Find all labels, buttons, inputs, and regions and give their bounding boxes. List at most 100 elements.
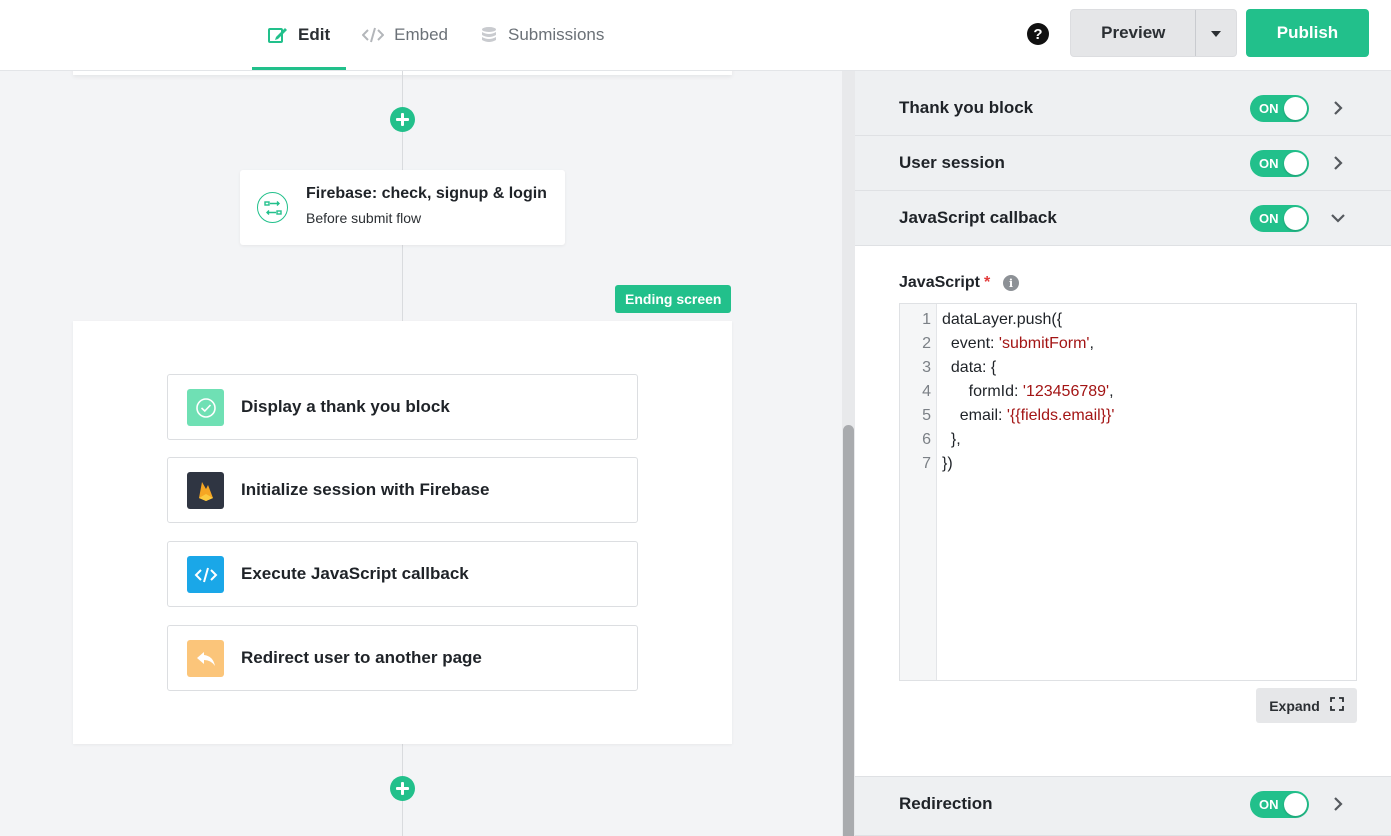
line-number: 5: [922, 407, 931, 424]
expand-button[interactable]: Expand: [1256, 688, 1357, 723]
top-bar: Edit Embed Submissions ? Preview Publish: [0, 0, 1391, 71]
code-line: data: {: [942, 359, 996, 377]
code-text: event:: [942, 335, 999, 352]
help-icon[interactable]: ?: [1027, 23, 1049, 45]
action-label: Execute JavaScript callback: [241, 564, 469, 583]
section-label: Thank you block: [899, 98, 1034, 117]
redirection-toggle[interactable]: ON: [1250, 791, 1309, 818]
panel-divider: [855, 71, 1391, 81]
action-redirect[interactable]: Redirect user to another page: [167, 625, 638, 691]
user-session-toggle[interactable]: ON: [1250, 150, 1309, 177]
chevron-right-icon[interactable]: [1330, 796, 1346, 812]
toggle-knob: [1284, 97, 1307, 120]
settings-panel: Thank you block ON User session ON JavaS…: [855, 71, 1391, 836]
check-circle-icon: [187, 389, 224, 426]
ending-screen-badge: Ending screen: [615, 285, 732, 313]
toggle-label: ON: [1259, 101, 1279, 116]
edit-icon: [268, 26, 288, 44]
toggle-label: ON: [1259, 211, 1279, 226]
javascript-field-label: JavaScript *: [899, 274, 990, 292]
ending-screen-card[interactable]: Display a thank you block Initialize ses…: [73, 321, 732, 744]
preview-dropdown-button[interactable]: [1196, 10, 1236, 56]
toggle-label: ON: [1259, 156, 1279, 171]
code-text: }): [942, 455, 953, 472]
line-number-gutter: 1 2 3 4 5 6 7: [900, 304, 937, 680]
action-label: Initialize session with Firebase: [241, 480, 490, 499]
javascript-callback-toggle[interactable]: ON: [1250, 205, 1309, 232]
code-text: dataLayer.push({: [942, 311, 1063, 328]
code-icon: [362, 27, 385, 43]
code-text: email:: [942, 407, 1007, 424]
firebase-icon: [187, 472, 224, 509]
thank-you-block-toggle[interactable]: ON: [1250, 95, 1309, 122]
line-number: 3: [922, 359, 931, 376]
expand-label: Expand: [1269, 697, 1320, 714]
reply-arrow-icon: [187, 640, 224, 677]
toggle-label: ON: [1259, 797, 1279, 812]
line-number: 4: [922, 383, 931, 400]
action-javascript-callback[interactable]: Execute JavaScript callback: [167, 541, 638, 607]
preview-button[interactable]: Preview: [1071, 10, 1197, 56]
toggle-knob: [1284, 207, 1307, 230]
tab-submissions[interactable]: Submissions: [464, 0, 620, 70]
fullscreen-icon: [1329, 697, 1344, 714]
action-thank-you-block[interactable]: Display a thank you block: [167, 374, 638, 440]
code-editor[interactable]: 1 2 3 4 5 6 7 dataLayer.push({ event: 'submitF…: [899, 303, 1357, 681]
tab-submissions-label: Submissions: [507, 25, 605, 44]
flow-icon: [257, 192, 288, 223]
code-line: },: [942, 431, 961, 449]
editor-tabs: Edit Embed Submissions: [252, 0, 620, 70]
code-string: 'submitForm': [998, 335, 1090, 352]
code-text: formId:: [942, 383, 1023, 400]
code-line: event: 'submitForm',: [942, 335, 1094, 353]
info-icon[interactable]: i: [1003, 275, 1019, 291]
code-text: ,: [1109, 383, 1114, 400]
preview-button-group: Preview: [1070, 9, 1237, 57]
toggle-knob: [1284, 793, 1307, 816]
chevron-right-icon[interactable]: [1330, 100, 1346, 116]
tab-embed[interactable]: Embed: [346, 0, 464, 70]
section-label: User session: [899, 153, 1005, 172]
code-string: '{{fields.email}}': [1006, 407, 1115, 424]
code-string: '123456789': [1022, 383, 1110, 400]
flow-canvas[interactable]: Firebase: check, signup & login Before s…: [0, 71, 842, 836]
section-redirection[interactable]: Redirection ON: [855, 776, 1391, 836]
code-line: }): [942, 455, 953, 473]
action-firebase-session[interactable]: Initialize session with Firebase: [167, 457, 638, 523]
database-icon: [480, 26, 498, 44]
line-number: 1: [922, 311, 931, 328]
tab-embed-label: Embed: [394, 25, 448, 44]
action-label: Redirect user to another page: [241, 648, 482, 667]
tab-edit-label: Edit: [298, 25, 331, 44]
line-number: 2: [922, 335, 931, 352]
section-label: JavaScript callback: [899, 208, 1057, 227]
publish-button[interactable]: Publish: [1246, 9, 1369, 57]
code-icon: [187, 556, 224, 593]
flow-card-subtitle: Before submit flow: [306, 210, 422, 226]
tab-edit[interactable]: Edit: [252, 0, 347, 70]
code-line: email: '{{fields.email}}': [942, 407, 1115, 425]
add-step-button[interactable]: [390, 107, 415, 132]
chevron-down-icon[interactable]: [1330, 210, 1346, 226]
section-user-session[interactable]: User session ON: [855, 136, 1391, 191]
code-text: ,: [1089, 335, 1094, 352]
add-step-button[interactable]: [390, 776, 415, 801]
section-javascript-callback[interactable]: JavaScript callback ON: [855, 191, 1391, 246]
code-text: data: {: [942, 359, 997, 376]
line-number: 6: [922, 431, 931, 448]
flow-card-firebase[interactable]: Firebase: check, signup & login Before s…: [240, 170, 565, 245]
section-label: Redirection: [899, 794, 993, 813]
canvas-scrollbar-thumb[interactable]: [843, 425, 854, 836]
line-number: 7: [922, 455, 931, 472]
action-label: Display a thank you block: [241, 397, 450, 416]
code-line: formId: '123456789',: [942, 383, 1114, 401]
toggle-knob: [1284, 152, 1307, 175]
caret-down-icon: [1211, 24, 1222, 42]
flow-card-title: Firebase: check, signup & login: [306, 185, 547, 202]
code-line: dataLayer.push({: [942, 311, 1062, 329]
javascript-label-text: JavaScript: [899, 274, 980, 291]
required-mark: *: [983, 274, 991, 291]
section-thank-you-block[interactable]: Thank you block ON: [855, 81, 1391, 136]
code-text: },: [942, 431, 961, 448]
chevron-right-icon[interactable]: [1330, 155, 1346, 171]
